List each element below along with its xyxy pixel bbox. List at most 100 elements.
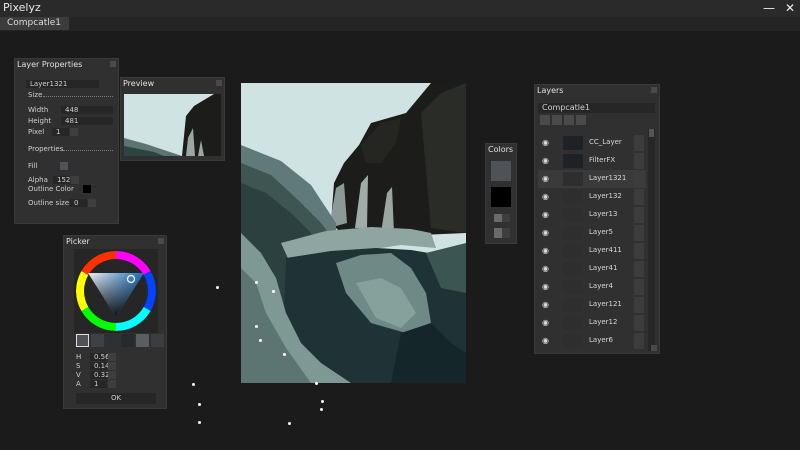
visibility-eye-icon[interactable]: ◉ [542,157,552,165]
saturation-field[interactable]: 0.14 [90,362,110,370]
swatch-recent[interactable] [151,334,164,347]
panel-collapse-button[interactable] [651,87,657,93]
layer-options-button[interactable] [634,333,644,349]
layers-scrollbar-track[interactable] [648,129,655,351]
visibility-eye-icon[interactable]: ◉ [542,229,552,237]
swap-colors-button-part[interactable] [502,214,510,222]
divider [63,150,113,151]
outline-size-stepper[interactable] [88,199,96,207]
composition-name-field[interactable]: Compcatle1 [538,103,655,113]
layer-options-button[interactable] [634,135,644,151]
workspace-dot [272,290,275,293]
visibility-eye-icon[interactable]: ◉ [542,193,552,201]
layer-options-button[interactable] [634,315,644,331]
pixel-field[interactable]: 1 [52,128,69,136]
primary-color-swatch[interactable] [491,161,511,181]
workspace-dot [321,400,324,403]
reset-colors-button-part[interactable] [502,228,510,238]
pixel-stepper[interactable] [70,128,78,136]
layer-options-button[interactable] [634,297,644,313]
layer-options-button[interactable] [634,279,644,295]
outline-color-label: Outline Color [28,185,74,193]
visibility-eye-icon[interactable]: ◉ [542,319,552,327]
value-field[interactable]: 0.32 [90,371,110,379]
visibility-eye-icon[interactable]: ◉ [542,139,552,147]
layer-row[interactable]: ◉ Layer6 [538,332,646,350]
outline-color-swatch[interactable] [83,185,91,193]
layer-row[interactable]: ◉ CC_Layer [538,134,646,152]
layer-row-selected[interactable]: ◉ Layer1321 [538,170,646,188]
workspace-dot [283,353,286,356]
layer-row[interactable]: ◉ Layer132 [538,188,646,206]
delete-layer-icon[interactable] [564,115,574,125]
width-field[interactable]: 448 [61,106,113,114]
colors-panel: Colors [485,143,517,244]
alpha-label: A [76,380,81,388]
layer-thumbnail [563,298,583,312]
preview-thumbnail [124,94,221,156]
visibility-eye-icon[interactable]: ◉ [542,265,552,273]
alpha-field[interactable]: 152 [53,176,70,184]
visibility-eye-icon[interactable]: ◉ [542,175,552,183]
close-icon[interactable]: ✕ [782,0,798,16]
outline-size-field[interactable]: 0 [70,199,87,207]
layer-options-button[interactable] [634,207,644,223]
layer-row[interactable]: ◉ Layer4 [538,278,646,296]
alpha-stepper[interactable] [108,380,116,388]
layer-options-button[interactable] [634,243,644,259]
layer-options-button[interactable] [634,171,644,187]
fill-label: Fill [28,162,38,170]
swatch-current[interactable] [76,334,89,347]
visibility-eye-icon[interactable]: ◉ [542,337,552,345]
hue-stepper[interactable] [108,353,116,361]
tab-compcatle1[interactable]: Compcatle1 [0,17,69,30]
saturation-label: S [76,362,81,370]
alpha-field[interactable]: 1 [90,380,107,388]
workspace-dot [255,325,258,328]
layer-options-button[interactable] [634,153,644,169]
swatch-recent[interactable] [91,334,104,347]
height-field[interactable]: 481 [61,117,113,125]
layers-scrollbar-thumb[interactable] [649,129,654,137]
visibility-eye-icon[interactable]: ◉ [542,247,552,255]
swatch-recent[interactable] [106,334,119,347]
layer-thumbnail [563,334,583,348]
panel-resize-handle[interactable] [651,345,657,351]
fill-color-swatch[interactable] [60,162,68,170]
layer-row[interactable]: ◉ Layer41 [538,260,646,278]
swap-colors-button[interactable] [494,214,502,222]
new-layer-icon[interactable] [540,115,550,125]
ok-button[interactable]: OK [76,393,156,404]
value-stepper[interactable] [108,371,116,379]
panel-collapse-button[interactable] [216,80,222,86]
layer-row[interactable]: ◉ Layer411 [538,242,646,260]
layer-options-button[interactable] [634,261,644,277]
visibility-eye-icon[interactable]: ◉ [542,283,552,291]
properties-section-label: Properties [28,145,64,153]
panel-collapse-button[interactable] [110,61,116,67]
saturation-stepper[interactable] [108,362,116,370]
color-wheel[interactable] [76,251,156,331]
duplicate-layer-icon[interactable] [552,115,562,125]
reset-colors-button[interactable] [494,228,502,238]
layer-row[interactable]: ◉ FilterFX [538,152,646,170]
panel-collapse-button[interactable] [158,238,164,244]
layer-options-button[interactable] [634,189,644,205]
secondary-color-swatch[interactable] [491,187,511,207]
layer-row[interactable]: ◉ Layer5 [538,224,646,242]
folder-icon[interactable] [576,115,586,125]
layer-row[interactable]: ◉ Layer121 [538,296,646,314]
drawing-canvas[interactable] [241,83,466,383]
visibility-eye-icon[interactable]: ◉ [542,211,552,219]
alpha-stepper[interactable] [71,176,79,184]
visibility-eye-icon[interactable]: ◉ [542,301,552,309]
layer-thumbnail [563,172,583,186]
swatch-recent[interactable] [121,334,134,347]
layer-row[interactable]: ◉ Layer12 [538,314,646,332]
layer-name-field[interactable]: Layer1321 [26,80,99,88]
layer-options-button[interactable] [634,225,644,241]
hue-field[interactable]: 0.56 [90,353,110,361]
layer-row[interactable]: ◉ Layer13 [538,206,646,224]
swatch-recent[interactable] [136,334,149,347]
minimize-icon[interactable]: — [761,0,777,16]
